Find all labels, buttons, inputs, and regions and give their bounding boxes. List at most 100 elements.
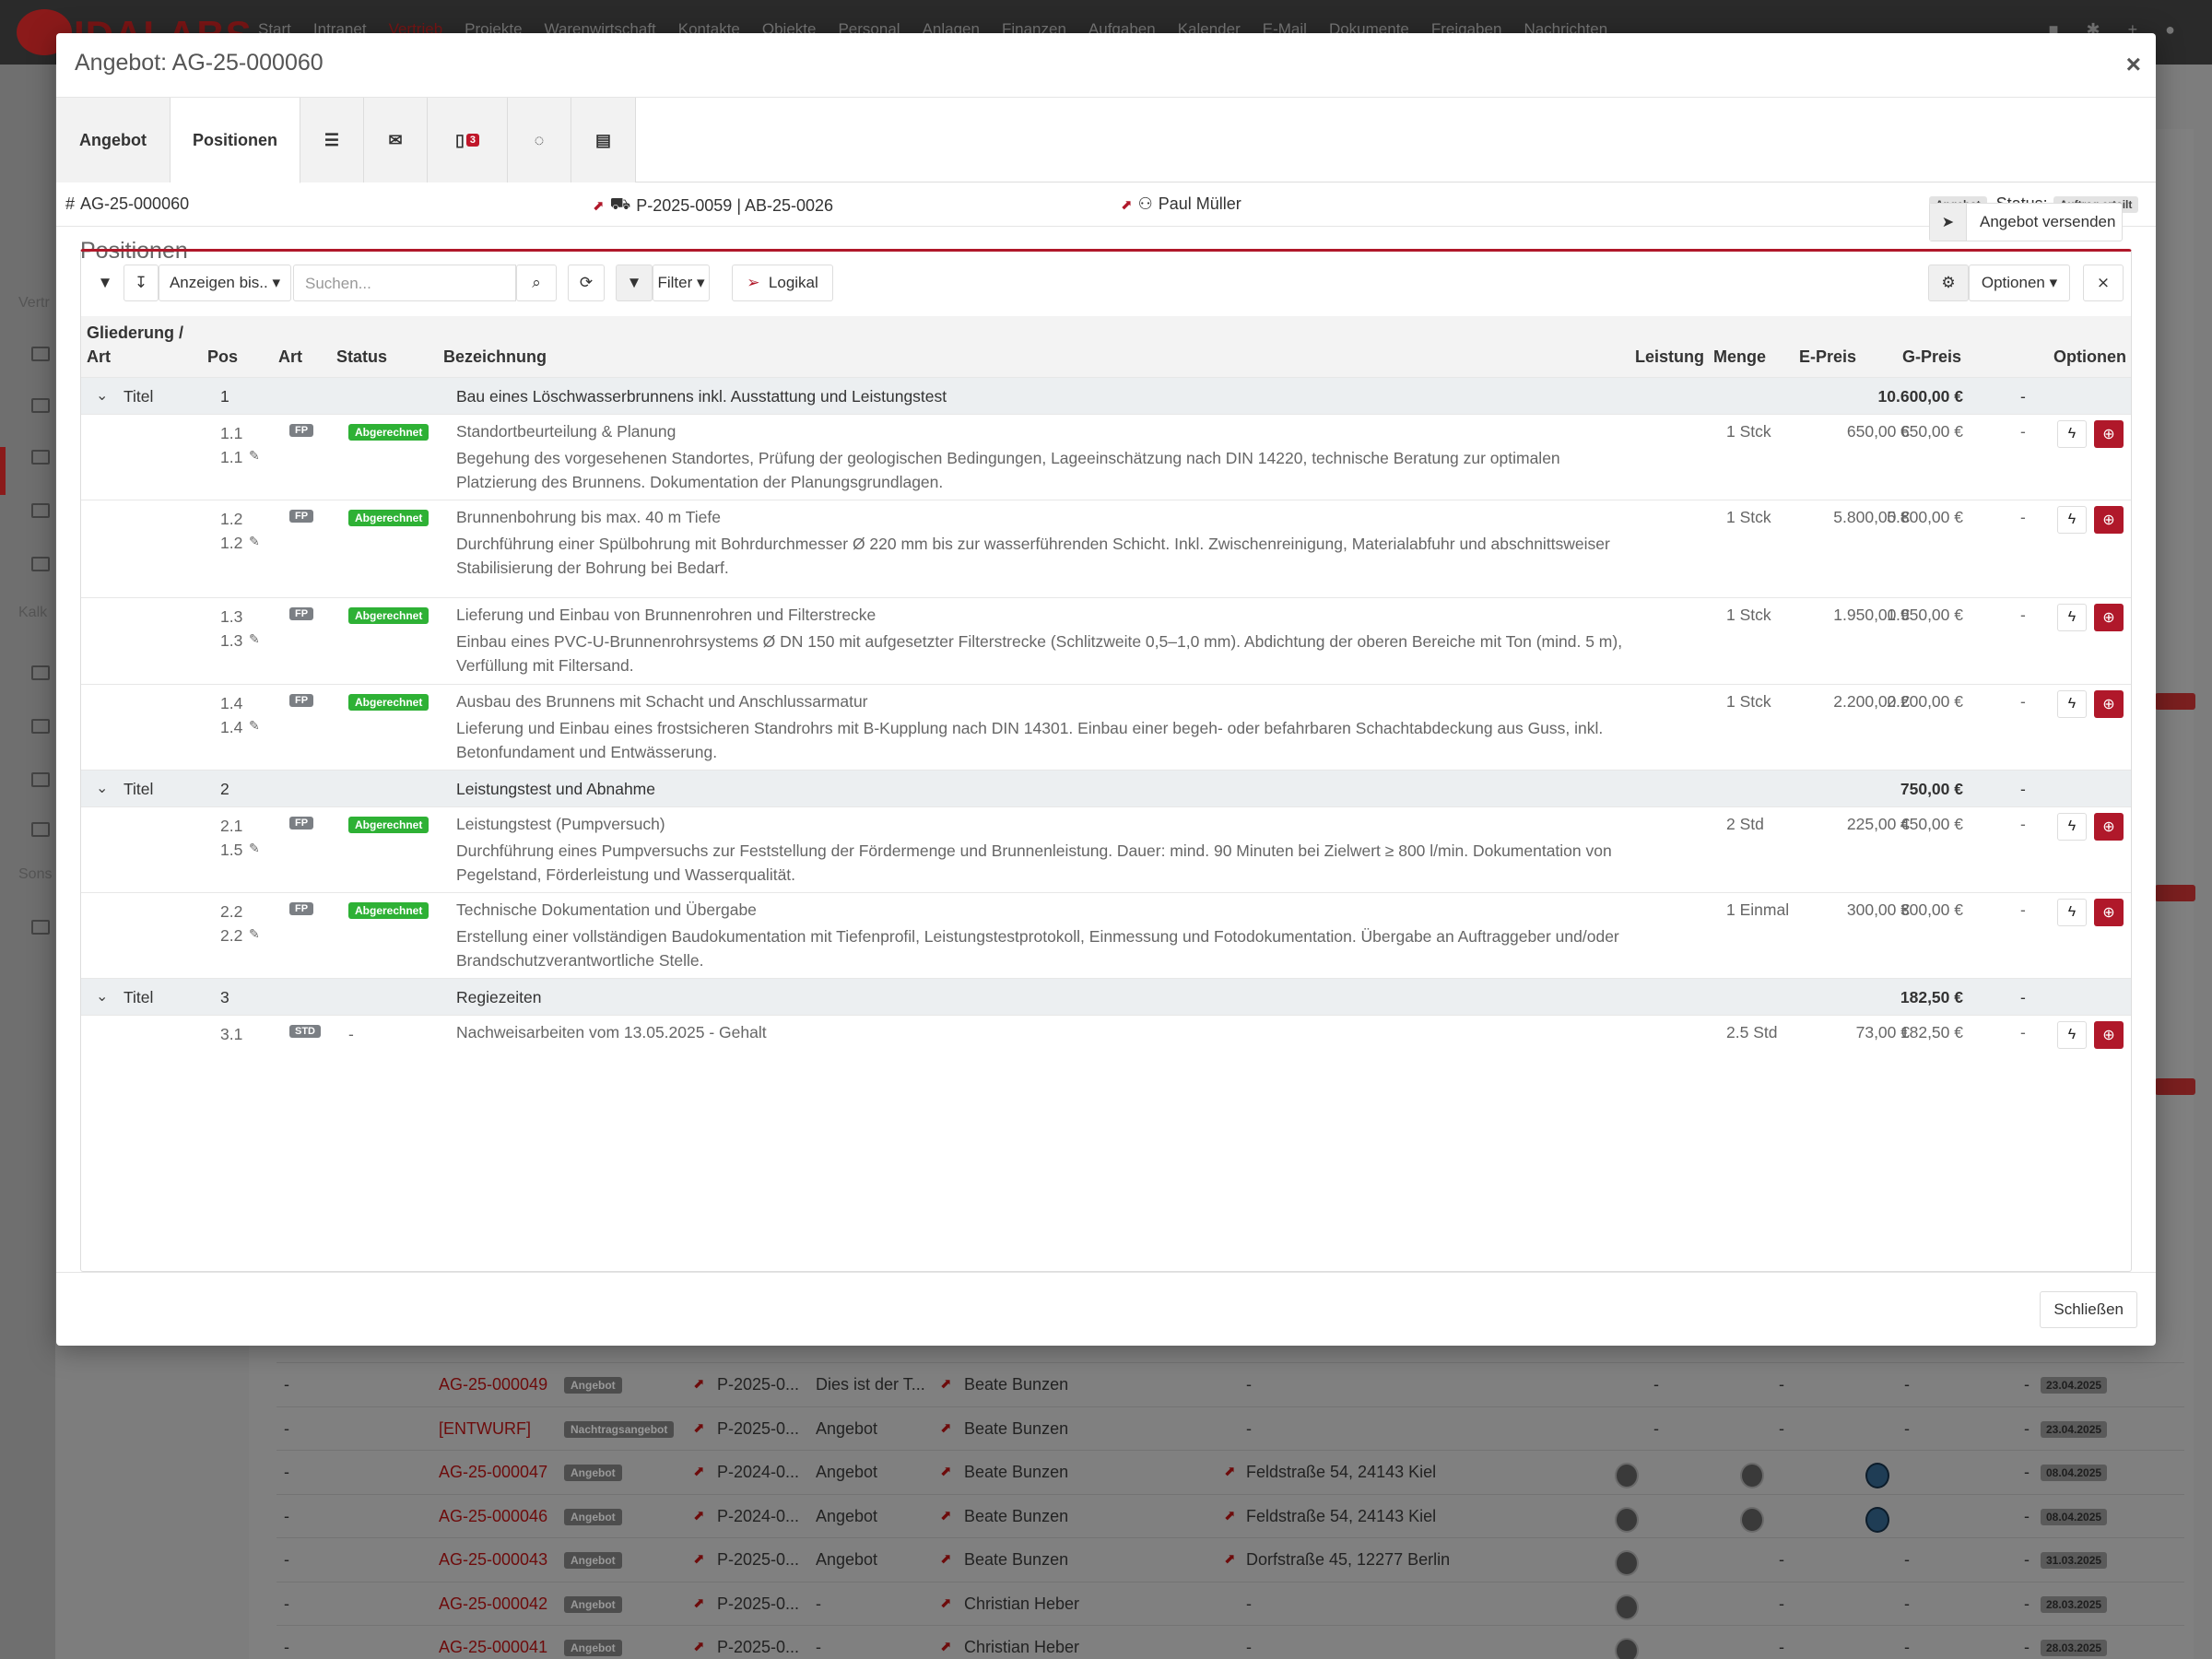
sidebar-icon <box>31 665 50 680</box>
close-button[interactable]: Schließen <box>2040 1291 2137 1328</box>
flash-icon[interactable]: ϟ <box>2057 690 2087 718</box>
filter-dropdown[interactable]: Filter ▾ <box>653 265 710 301</box>
pencil-icon[interactable]: ✎ <box>249 926 260 942</box>
external-link-icon[interactable]: ⬈ <box>693 1419 705 1436</box>
total-price: 5.800,00 € <box>1887 508 1963 526</box>
external-link-icon[interactable]: ⬈ <box>1224 1507 1236 1524</box>
external-link-icon[interactable]: ⬈ <box>693 1507 705 1524</box>
zoom-icon[interactable]: ⊕ <box>2094 899 2124 926</box>
flash-icon[interactable]: ϟ <box>2057 604 2087 631</box>
flash-icon[interactable]: ϟ <box>2057 420 2087 448</box>
filter-icon[interactable]: ▼ <box>87 265 124 301</box>
search-input[interactable]: Suchen... <box>293 265 516 301</box>
external-link-icon[interactable]: ⬈ <box>693 1375 705 1392</box>
external-link-icon[interactable]: ⬈ <box>940 1375 952 1392</box>
list-cell-badge: Angebot <box>564 1508 622 1525</box>
show-until-dropdown[interactable]: Anzeigen bis.. ▾ <box>159 265 291 301</box>
list-cell-d2: - <box>1779 1594 1784 1613</box>
close-icon[interactable]: × <box>2126 50 2141 79</box>
tab-checklist[interactable]: ☰ <box>300 98 364 182</box>
tab-positionen[interactable]: Positionen <box>171 98 300 183</box>
list-cell-id[interactable]: AG-25-000043 <box>439 1550 547 1570</box>
list-cell-id[interactable]: AG-25-000049 <box>439 1375 547 1394</box>
external-link-icon[interactable]: ⬈ <box>1224 1463 1236 1479</box>
external-link-icon[interactable]: ⬈ <box>693 1638 705 1654</box>
refresh-icon[interactable]: ⟳ <box>568 265 605 301</box>
external-link-icon[interactable]: ⬈ <box>940 1463 952 1479</box>
sort-icon[interactable]: ↧ <box>124 265 159 301</box>
pencil-icon[interactable]: ✎ <box>249 718 260 734</box>
list-cell-id[interactable]: AG-25-000042 <box>439 1594 547 1614</box>
list-cell-id[interactable]: [ENTWURF] <box>439 1419 531 1439</box>
list-cell-date: 28.03.2025 <box>2041 1595 2108 1613</box>
search-icon[interactable]: ⌕ <box>516 265 557 301</box>
position-row[interactable]: 1.1 1.1 ✎ FP Abgerechnet Standortbeurteilung … <box>81 414 2131 500</box>
title-row[interactable]: ⌄ Titel 2 Leistungstest und Abnahme 750,00 €… <box>81 770 2131 806</box>
send-icon: ➢ <box>747 274 760 291</box>
tab-angebot[interactable]: Angebot <box>56 98 171 182</box>
zoom-icon[interactable]: ⊕ <box>2094 1021 2124 1049</box>
list-cell-person: Beate Bunzen <box>964 1375 1069 1394</box>
zoom-icon[interactable]: ⊕ <box>2094 506 2124 534</box>
chevron-down-icon[interactable]: ⌄ <box>96 987 108 1006</box>
list-cell-badge: Angebot <box>564 1377 622 1394</box>
position-row[interactable]: 2.1 1.5 ✎ FP Abgerechnet Leistungstest (Pumpv… <box>81 806 2131 892</box>
chevron-down-icon[interactable]: ⌄ <box>96 386 108 405</box>
external-link-icon[interactable]: ⬈ <box>940 1594 952 1611</box>
zoom-icon[interactable]: ⊕ <box>2094 690 2124 718</box>
title-row[interactable]: ⌄ Titel 3 Regiezeiten 182,50 € - <box>81 978 2131 1015</box>
title-row[interactable]: ⌄ Titel 1 Bau eines Löschwasserbrunnens ink… <box>81 377 2131 414</box>
external-link-icon[interactable]: ⬈ <box>693 1594 705 1611</box>
list-cell-badge: Angebot <box>564 1552 622 1569</box>
flash-icon[interactable]: ϟ <box>2057 1021 2087 1049</box>
list-cell-address: Feldstraße 54, 24143 Kiel <box>1246 1463 1437 1481</box>
external-link-icon[interactable]: ⬈ <box>693 1550 705 1567</box>
external-link-icon[interactable]: ⬈ <box>940 1419 952 1436</box>
list-cell-desc: Angebot <box>816 1506 878 1525</box>
position-description: Erstellung einer vollständigen Baudokume… <box>456 927 1619 970</box>
position-row[interactable]: 1.2 1.2 ✎ FP Abgerechnet Brunnenbohrung bis m… <box>81 500 2131 597</box>
gear-icon[interactable]: ⚙ <box>1928 265 1969 301</box>
external-link-icon[interactable]: ⬈ <box>693 1463 705 1479</box>
title-pos: 1 <box>220 387 229 406</box>
list-cell-badge: Angebot <box>564 1465 622 1481</box>
external-link-icon[interactable]: ⬈ <box>1224 1550 1236 1567</box>
option-dash: - <box>2020 900 2026 919</box>
logikal-button[interactable]: ➢ Logikal <box>732 265 833 301</box>
pencil-icon[interactable]: ✎ <box>249 631 260 647</box>
position-row[interactable]: 3.1 STD - Nachweisarbeiten vom 13.05.2025 -… <box>81 1015 2131 1055</box>
title-total: 182,50 € <box>1900 988 1963 1006</box>
project-link[interactable]: ⬈ ⛟ P-2025-0059 | AB-25-0026 <box>593 194 833 217</box>
position-row[interactable]: 2.2 2.2 ✎ FP Abgerechnet Technische Dokumenta… <box>81 892 2131 978</box>
send-offer-button[interactable]: ➤ Angebot versenden <box>1929 203 2123 241</box>
list-cell-id[interactable]: AG-25-000047 <box>439 1463 547 1482</box>
list-cell-person: Christian Heber <box>964 1594 1080 1613</box>
clear-filter-icon[interactable]: ⨯ <box>2083 265 2124 301</box>
position-row[interactable]: 1.4 1.4 ✎ FP Abgerechnet Ausbau des Brunnens … <box>81 684 2131 770</box>
flash-icon[interactable]: ϟ <box>2057 506 2087 534</box>
flash-icon[interactable]: ϟ <box>2057 899 2087 926</box>
col-optionen: Optionen <box>2053 347 2126 366</box>
pencil-icon[interactable]: ✎ <box>249 534 260 549</box>
list-cell-badge: Angebot <box>564 1640 622 1656</box>
position-row[interactable]: 1.3 1.3 ✎ FP Abgerechnet Lieferung und Einbau… <box>81 597 2131 684</box>
zoom-icon[interactable]: ⊕ <box>2094 604 2124 631</box>
funnel-icon[interactable]: ▼ <box>616 265 653 301</box>
pencil-icon[interactable]: ✎ <box>249 448 260 464</box>
external-link-icon[interactable]: ⬈ <box>940 1638 952 1654</box>
pencil-icon[interactable]: ✎ <box>249 841 260 856</box>
chevron-down-icon[interactable]: ⌄ <box>96 779 108 797</box>
zoom-icon[interactable]: ⊕ <box>2094 813 2124 841</box>
zoom-icon[interactable]: ⊕ <box>2094 420 2124 448</box>
list-cell-id[interactable]: AG-25-000041 <box>439 1638 547 1657</box>
tab-documents[interactable]: ▯ 3 <box>428 98 508 182</box>
flash-icon[interactable]: ϟ <box>2057 813 2087 841</box>
tab-comments[interactable]: ◌ <box>508 98 571 182</box>
list-cell-id[interactable]: AG-25-000046 <box>439 1507 547 1526</box>
external-link-icon[interactable]: ⬈ <box>940 1507 952 1524</box>
tab-email[interactable]: ✉ <box>364 98 428 182</box>
external-link-icon[interactable]: ⬈ <box>940 1550 952 1567</box>
options-dropdown[interactable]: Optionen ▾ <box>1969 265 2070 301</box>
contact-link[interactable]: ⬈ ⚇ Paul Müller <box>1121 194 1241 214</box>
tab-list[interactable]: ▤ <box>571 98 636 182</box>
